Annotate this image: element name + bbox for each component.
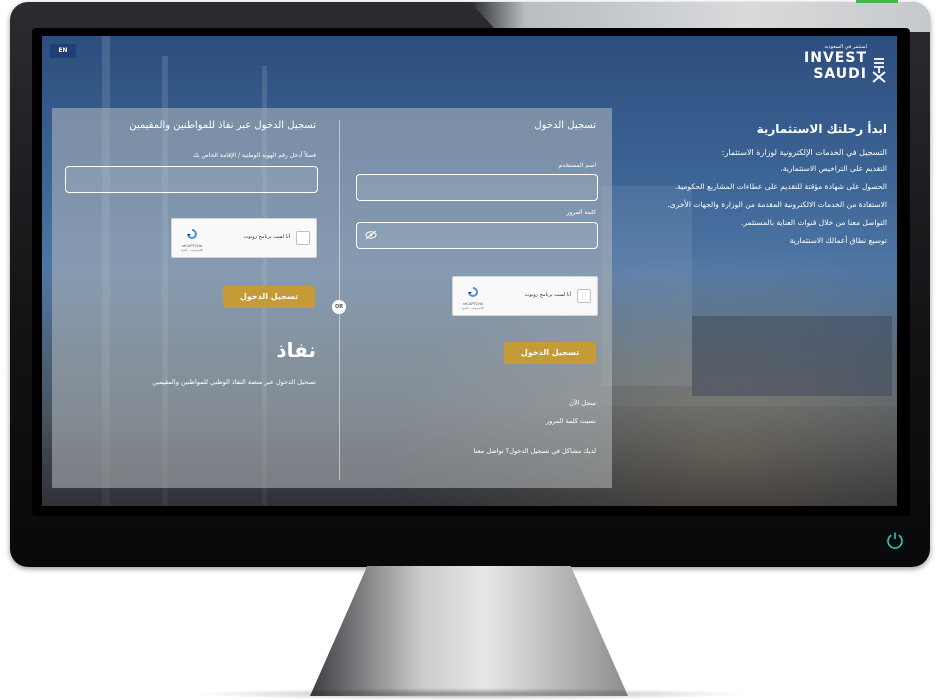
recaptcha-icon (187, 229, 197, 239)
recaptcha-icon (468, 287, 478, 297)
register-link[interactable]: سجل الآن (462, 399, 596, 407)
recaptcha-terms: الخصوصية - البنود (180, 248, 204, 252)
monitor-stand (310, 566, 628, 696)
recaptcha-logo: reCAPTCHA الخصوصية - البنود (178, 225, 206, 255)
help-contact-link[interactable]: لديك مشاكل في تسجيل الدخول؟ تواصل معنا (432, 447, 596, 455)
login-title: تسجيل الدخول (534, 120, 596, 131)
info-title: ابدأ رحلتك الاستثمارية (756, 122, 887, 136)
nafath-logo: نفاذ (276, 338, 316, 362)
background-building (692, 316, 892, 396)
invest-saudi-logo: استثمر في السعودية INVEST SAUDI (787, 44, 887, 92)
forgot-password-link[interactable]: نسيت كلمة المرور (462, 417, 596, 425)
password-label: كلمة المرور (566, 209, 596, 216)
recaptcha-widget[interactable]: أنا لست برنامج روبوت reCAPTCHA الخصوصية … (452, 276, 598, 316)
recaptcha-logo: reCAPTCHA الخصوصية - البنود (459, 283, 487, 313)
logo-mark-icon (872, 58, 886, 83)
logo-line-2: SAUDI (813, 66, 867, 82)
info-item: الاستفادة من الخدمات الالكترونية المقدمة… (667, 200, 887, 209)
info-item: التقديم على التراخيص الاستثمارية. (780, 164, 887, 173)
national-id-input[interactable] (65, 166, 318, 193)
recaptcha-label: أنا لست برنامج روبوت (243, 234, 290, 240)
national-id-label: فضلاً أدخل رقم الهوية الوطنية / الإقامة … (192, 152, 316, 159)
info-item: الحصول على شهادة مؤقتة للتقديم على عطاءا… (674, 182, 887, 191)
logo-line-1: INVEST (804, 50, 867, 66)
eye-slash-icon[interactable] (365, 230, 377, 240)
recaptcha-label: أنا لست برنامج روبوت (524, 292, 571, 298)
stand-shadow (190, 688, 750, 700)
nafath-login-title: تسجيل الدخول عبر نفاذ للمواطنين والمقيمي… (129, 120, 316, 131)
recaptcha-checkbox[interactable] (577, 289, 591, 303)
or-badge: OR (332, 300, 346, 314)
password-input[interactable] (356, 222, 598, 249)
login-button[interactable]: تسجيل الدخول (504, 342, 596, 364)
info-item: التواصل معنا من خلال قنوات العناية بالمس… (741, 218, 887, 227)
info-subtitle: التسجيل في الخدمات الإلكترونية لوزارة ال… (721, 148, 887, 157)
language-toggle-button[interactable]: EN (50, 44, 76, 58)
recaptcha-widget[interactable]: أنا لست برنامج روبوت reCAPTCHA الخصوصية … (171, 218, 317, 258)
corner-accent (856, 0, 898, 3)
username-input[interactable] (356, 174, 598, 201)
nafath-description: تسجيل الدخول عبر منصة النفاذ الوطني للمو… (152, 378, 316, 386)
username-label: اسم المستخدم (558, 162, 596, 169)
info-panel: ابدأ رحلتك الاستثمارية التسجيل في الخدما… (647, 122, 887, 253)
recaptcha-terms: الخصوصية - البنود (461, 306, 485, 310)
nafath-login-button[interactable]: تسجيل الدخول (223, 286, 315, 308)
screen: EN استثمر في السعودية INVEST SAUDI ابدأ … (42, 36, 897, 506)
recaptcha-checkbox[interactable] (296, 231, 310, 245)
info-item: توسيع نطاق أعمالك الاستثمارية (789, 236, 887, 245)
power-icon[interactable] (885, 530, 905, 550)
